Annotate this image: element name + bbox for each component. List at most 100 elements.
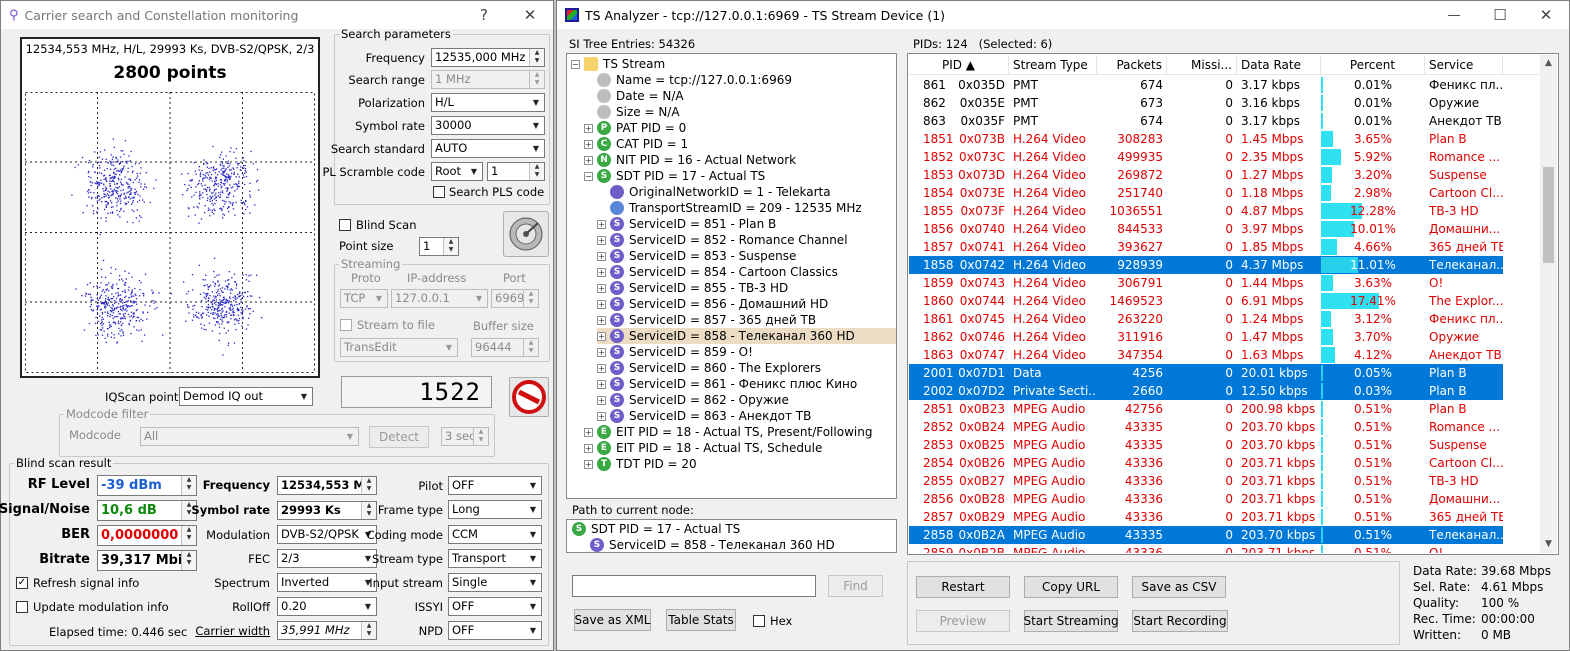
table-row[interactable]: 2853 0x0B25 MPEG Audio 43335 0 203.70 kbps 0.5… (909, 436, 1503, 454)
expand-icon[interactable]: + (584, 427, 593, 437)
frequency-input[interactable]: 12535,000 MHz ▲ ▼ (431, 48, 545, 67)
expand-icon[interactable]: + (597, 315, 606, 325)
ts-analyzer-titlebar[interactable]: TS Analyzer - tcp://127.0.0.1:6969 - TS … (557, 1, 1569, 29)
spectrum-select[interactable]: Inverted ▼ (277, 573, 377, 592)
blind-scan-checkbox[interactable] (339, 219, 351, 231)
table-row[interactable]: 2859 0x0B2B MPEG Audio 43336 0 203.71 kbps 0.5… (909, 544, 1503, 553)
hex-checkbox[interactable] (753, 615, 765, 627)
save-as-csv-button[interactable]: Save as CSV (1132, 576, 1226, 598)
tree-node[interactable]: + S ServiceID = 854 - Cartoon Classics (597, 264, 838, 280)
close-button[interactable]: ✕ (507, 1, 553, 29)
tree-node[interactable]: + S ServiceID = 855 - ТВ-3 HD (597, 280, 788, 296)
expand-icon[interactable]: + (584, 155, 593, 165)
coding-mode-select[interactable]: CCM ▼ (448, 525, 542, 544)
column-header[interactable]: Stream Type (1009, 55, 1097, 75)
stream-type-select[interactable]: Transport ▼ (448, 549, 542, 568)
tree-node[interactable]: + S ServiceID = 860 - The Explorers (597, 360, 821, 376)
modcode-select[interactable]: All ▼ (140, 427, 359, 446)
expand-icon[interactable]: + (584, 139, 593, 149)
tree-node[interactable]: + S ServiceID = 861 - Феникс плюс Кино (597, 376, 857, 392)
scroll-down-arrow[interactable]: ▼ (1540, 536, 1557, 553)
iqscan-point-select[interactable]: Demod IQ out ▼ (179, 387, 313, 406)
table-row[interactable]: 1855 0x073F H.264 Video 1036551 0 4.87 Mbps 12… (909, 202, 1503, 220)
port-input[interactable]: 6969 ▲ ▼ (491, 289, 539, 308)
restart-button[interactable]: Restart (916, 576, 1010, 598)
ip-address-select[interactable]: 127.0.0.1 ▼ (391, 289, 488, 308)
tree-node[interactable]: OriginalNetworkID = 1 - Telekarta (597, 184, 831, 200)
stream-to-file-checkbox[interactable] (340, 319, 352, 331)
detect-button[interactable]: Detect (369, 426, 429, 448)
maximize-button[interactable]: ☐ (1477, 1, 1523, 29)
table-row[interactable]: 1853 0x073D H.264 Video 269872 0 1.27 Mbps 3.2… (909, 166, 1503, 184)
satellite-dish-button[interactable] (503, 211, 549, 257)
pl-scramble-spinner[interactable]: ▲ ▼ (529, 163, 544, 180)
tree-node[interactable]: TransportStreamID = 209 - 12535 MHz (597, 200, 862, 216)
start-recording-button[interactable]: Start Recording (1132, 610, 1228, 632)
table-row[interactable]: 2001 0x07D1 Data 4256 0 20.01 kbps 0.05% Plan B (909, 364, 1503, 382)
column-header[interactable]: PID ▲ (909, 55, 1009, 75)
table-row[interactable]: 2857 0x0B29 MPEG Audio 43336 0 203.71 kbps 0.5… (909, 508, 1503, 526)
table-row[interactable]: 1862 0x0746 H.264 Video 311916 0 1.47 Mbps 3.7… (909, 328, 1503, 346)
table-row[interactable]: 1863 0x0747 H.264 Video 347354 0 1.63 Mbps 4.1… (909, 346, 1503, 364)
tree-node[interactable]: + S ServiceID = 857 - 365 дней ТВ (597, 312, 816, 328)
symbol-rate-select[interactable]: 30000 ▼ (431, 116, 545, 135)
expand-icon[interactable]: + (597, 267, 606, 277)
tree-node[interactable]: + S ServiceID = 858 - Телеканал 360 HD (597, 328, 896, 344)
find-input[interactable] (572, 575, 816, 597)
close-button[interactable]: ✕ (1523, 1, 1569, 29)
expand-icon[interactable]: + (584, 443, 593, 453)
pid-table[interactable]: PID ▲ Stream Type Packets Missi... Data Rate… (907, 53, 1559, 555)
fec-select[interactable]: 2/3 ▼ (277, 549, 377, 568)
table-row[interactable]: 1861 0x0745 H.264 Video 263220 0 1.24 Mbps 3.1… (909, 310, 1503, 328)
tree-node[interactable]: + P PAT PID = 0 (584, 120, 686, 136)
tree-node[interactable]: + T TDT PID = 20 (584, 456, 697, 472)
table-row[interactable]: 1857 0x0741 H.264 Video 393627 0 1.85 Mbps 4.6… (909, 238, 1503, 256)
expand-icon[interactable]: + (584, 123, 593, 133)
help-button[interactable]: ? (461, 1, 507, 29)
pl-scramble-code-input[interactable]: 1 ▲ ▼ (487, 162, 545, 181)
tree-node[interactable]: + N NIT PID = 16 - Actual Network (584, 152, 796, 168)
buffer-size-spinner[interactable]: ▲ ▼ (523, 339, 538, 356)
minimize-button[interactable]: — (1431, 1, 1477, 29)
tree-node[interactable]: Size = N/A (584, 104, 680, 120)
expand-icon[interactable]: + (584, 459, 593, 469)
expand-icon[interactable]: + (597, 219, 606, 229)
table-row[interactable]: 1854 0x073E H.264 Video 251740 0 1.18 Mbps 2.9… (909, 184, 1503, 202)
column-header[interactable]: Percent (1321, 55, 1425, 75)
expand-icon[interactable]: + (597, 331, 606, 341)
constellation-titlebar[interactable]: ⚲ Carrier search and Constellation monit… (1, 1, 553, 29)
table-stats-button[interactable]: Table Stats (666, 609, 736, 631)
search-standard-select[interactable]: AUTO ▼ (431, 139, 545, 158)
scroll-thumb[interactable] (1543, 167, 1554, 263)
preview-button[interactable]: Preview (916, 610, 1010, 632)
tree-node[interactable]: + S ServiceID = 859 - О! (597, 344, 753, 360)
column-header[interactable]: Missi... (1167, 55, 1237, 75)
table-row[interactable]: 1851 0x073B H.264 Video 308283 0 1.45 Mbps 3.6… (909, 130, 1503, 148)
table-row[interactable]: 2852 0x0B24 MPEG Audio 43335 0 203.70 kbps 0.5… (909, 418, 1503, 436)
expand-icon[interactable]: + (597, 411, 606, 421)
table-row[interactable]: 1852 0x073C H.264 Video 499935 0 2.35 Mbps 5.9… (909, 148, 1503, 166)
column-header[interactable]: Data Rate (1237, 55, 1321, 75)
tree-node[interactable]: + S ServiceID = 863 - Анекдот ТВ (597, 408, 811, 424)
table-row[interactable]: 2002 0x07D2 Private Secti... 2660 0 12.50 kbp… (909, 382, 1503, 400)
expand-icon[interactable]: + (597, 395, 606, 405)
expand-icon[interactable]: + (597, 347, 606, 357)
refresh-signal-checkbox[interactable]: ✓ (16, 577, 28, 589)
table-row[interactable]: 2855 0x0B27 MPEG Audio 43336 0 203.71 kbps 0.5… (909, 472, 1503, 490)
table-row[interactable]: 1858 0x0742 H.264 Video 928939 0 4.37 Mbps 11.… (909, 256, 1503, 274)
input-stream-select[interactable]: Single ▼ (448, 573, 542, 592)
modulation-select[interactable]: DVB-S2/QPSK ▼ (277, 525, 377, 544)
table-row[interactable]: 2851 0x0B23 MPEG Audio 42756 0 200.98 kbps 0.5… (909, 400, 1503, 418)
start-streaming-button[interactable]: Start Streaming (1023, 610, 1119, 632)
si-tree[interactable]: − TS Stream Name = tcp://127.0.0.1:6969 Dat… (566, 53, 897, 499)
table-row[interactable]: 2854 0x0B26 MPEG Audio 43336 0 203.71 kbps 0.5… (909, 454, 1503, 472)
search-range-spinner[interactable]: ▲ ▼ (529, 71, 544, 88)
tree-node[interactable]: Name = tcp://127.0.0.1:6969 (584, 72, 792, 88)
table-row[interactable]: 863 0x035F PMT 674 0 3.17 kbps 0.01% Анекдот ТВ (909, 112, 1503, 130)
proto-select[interactable]: TCP ▼ (340, 289, 388, 308)
update-modulation-checkbox[interactable] (16, 601, 28, 613)
expand-icon[interactable]: + (597, 379, 606, 389)
scroll-up-arrow[interactable]: ▲ (1540, 55, 1557, 72)
expand-icon[interactable]: + (597, 283, 606, 293)
search-range-input[interactable]: 1 MHz ▲ ▼ (431, 70, 545, 89)
